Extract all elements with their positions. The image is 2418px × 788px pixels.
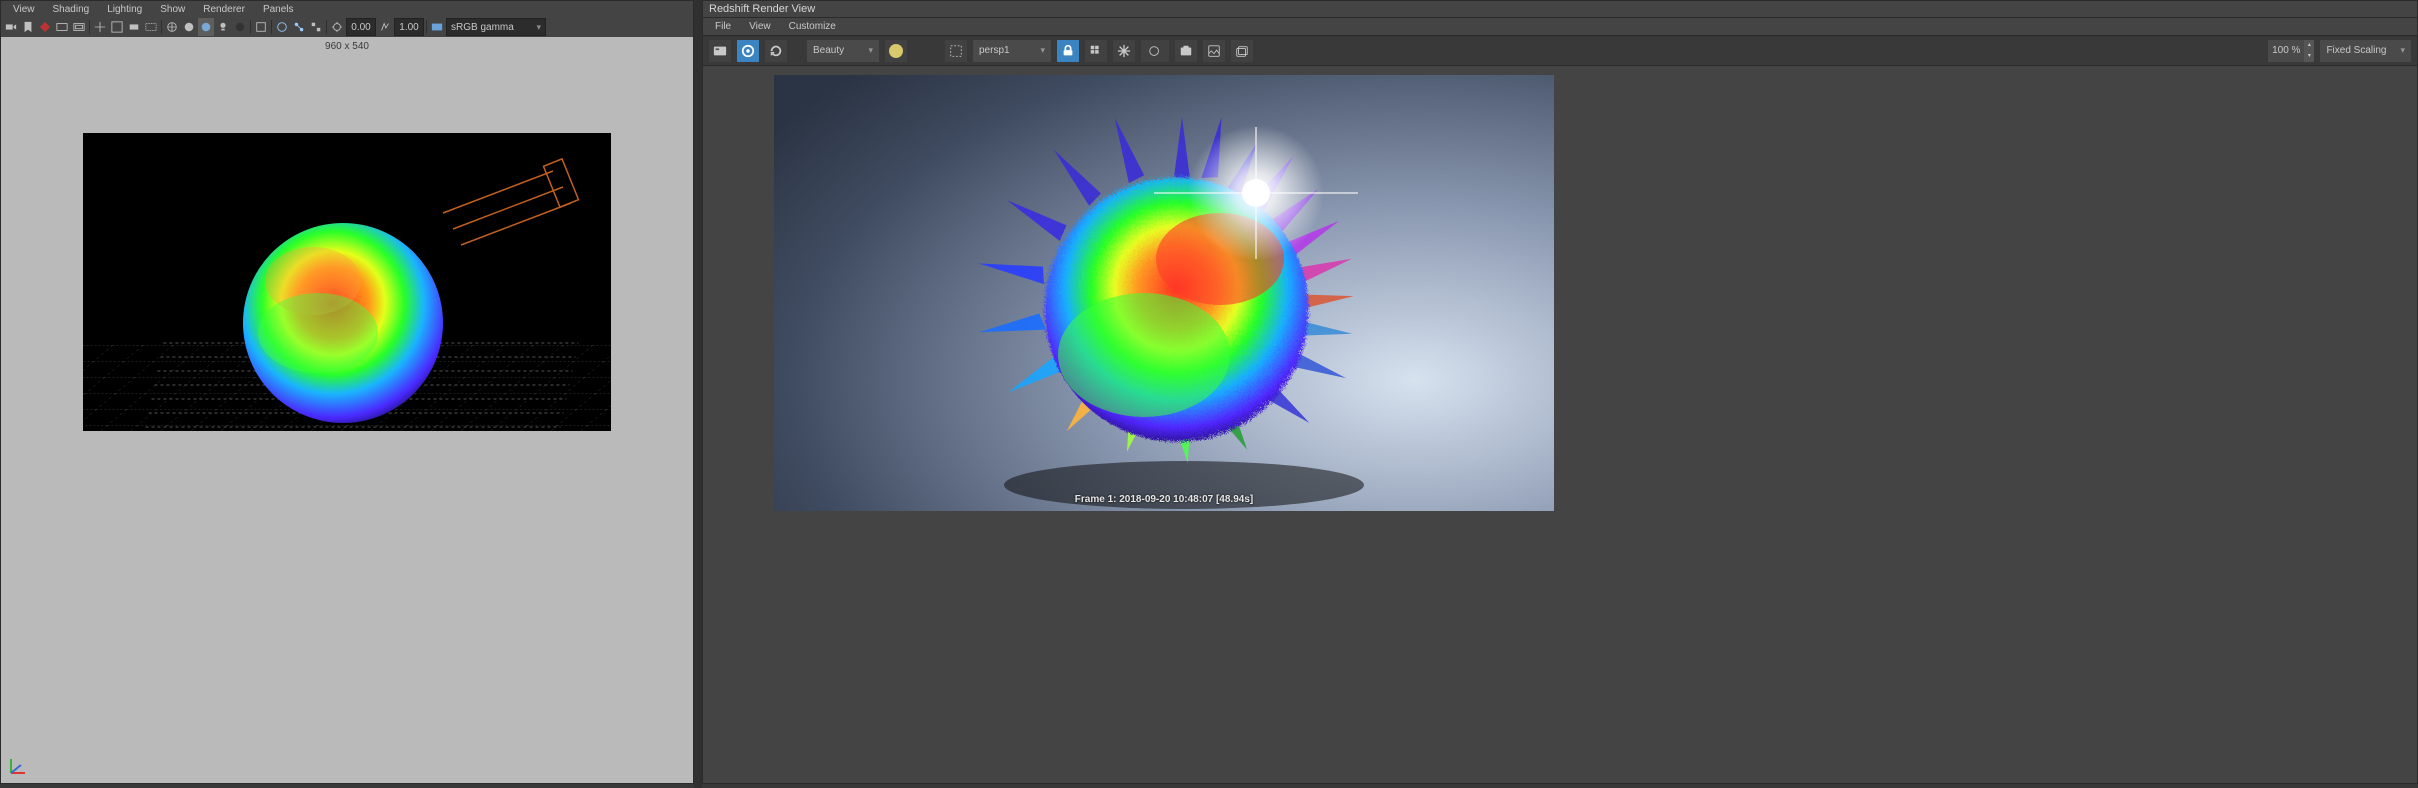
bucket-grid-button[interactable] [1085, 40, 1107, 62]
camera-label: persp1 [979, 45, 1010, 56]
chevron-down-icon [1026, 45, 1045, 56]
redshift-titlebar: Redshift Render View [703, 1, 2417, 18]
menu-shading[interactable]: Shading [45, 3, 98, 16]
save-image-button[interactable] [1203, 40, 1225, 62]
zoom-spinbox[interactable]: 100 % [2268, 40, 2314, 62]
color-management-icon[interactable] [429, 18, 445, 36]
use-all-lights-icon[interactable] [215, 18, 231, 36]
menu-show[interactable]: Show [152, 3, 193, 16]
toolbar-separator [160, 18, 163, 36]
viewport-render-frame [83, 133, 611, 431]
lock-camera-button[interactable] [1057, 40, 1079, 62]
save-multilayer-button[interactable] [1231, 40, 1253, 62]
exposure-icon[interactable] [329, 18, 345, 36]
xray-icon[interactable] [274, 18, 290, 36]
view-transform-label: sRGB gamma [451, 22, 514, 33]
scaling-mode-dropdown[interactable]: Fixed Scaling [2320, 40, 2411, 62]
menu-view[interactable]: View [741, 20, 779, 33]
menu-panels[interactable]: Panels [255, 3, 302, 16]
swatch-dot-icon [889, 44, 903, 58]
maya-viewport-menubar: View Shading Lighting Show Renderer Pane… [1, 1, 693, 17]
chevron-down-icon [854, 45, 873, 56]
channel-dropdown[interactable] [1141, 40, 1169, 62]
toolbar-separator [325, 18, 328, 36]
chevron-down-icon [2386, 45, 2405, 56]
film-gate-icon[interactable] [71, 18, 87, 36]
render-region-button[interactable] [945, 40, 967, 62]
textured-icon[interactable] [198, 18, 214, 36]
spinbox-arrows-icon[interactable] [2304, 40, 2314, 62]
menu-lighting[interactable]: Lighting [99, 3, 150, 16]
aov-dropdown[interactable]: Beauty [807, 40, 879, 62]
menu-renderer[interactable]: Renderer [195, 3, 253, 16]
camera-dropdown[interactable]: persp1 [973, 40, 1051, 62]
zoom-value: 100 % [2268, 45, 2304, 56]
ipr-start-button[interactable] [737, 40, 759, 62]
axis-gizmo-icon [7, 753, 31, 777]
gamma-icon[interactable] [377, 18, 393, 36]
maya-viewport-panel: View Shading Lighting Show Renderer Pane… [0, 0, 694, 784]
refresh-button[interactable] [765, 40, 787, 62]
freeze-button[interactable] [1113, 40, 1135, 62]
toolbar-separator [88, 18, 91, 36]
image-plane-icon[interactable] [54, 18, 70, 36]
safe-action-icon[interactable] [143, 18, 159, 36]
scaling-mode-label: Fixed Scaling [2326, 45, 2386, 56]
shaded-grid-icon[interactable] [92, 18, 108, 36]
components-icon[interactable] [308, 18, 324, 36]
xray-joints-icon[interactable] [291, 18, 307, 36]
smooth-shade-icon[interactable] [181, 18, 197, 36]
menu-view[interactable]: View [5, 3, 43, 16]
keyframe-icon[interactable] [37, 18, 53, 36]
redshift-render-view-panel: Redshift Render View File View Customize… [702, 0, 2418, 784]
toolbar-separator [249, 18, 252, 36]
chevron-down-icon [522, 22, 541, 33]
redshift-viewport[interactable]: Frame 1: 2018-09-20 10:48:07 [48.94s] [703, 66, 2417, 783]
redshift-menubar: File View Customize [703, 18, 2417, 36]
aov-color-swatch[interactable] [885, 40, 907, 62]
menu-customize[interactable]: Customize [781, 20, 844, 33]
snapshot-button[interactable] [1175, 40, 1197, 62]
select-camera-icon[interactable] [3, 18, 19, 36]
render-button[interactable] [709, 40, 731, 62]
maya-viewport-topbars: View Shading Lighting Show Renderer Pane… [1, 1, 693, 37]
shadows-icon[interactable] [232, 18, 248, 36]
aov-label: Beauty [813, 45, 844, 56]
redshift-toolbar: Beauty persp1 100 % Fixed Scaling [703, 36, 2417, 66]
toolbar-separator [270, 18, 273, 36]
gate-mask-icon[interactable] [126, 18, 142, 36]
redshift-render-image: Frame 1: 2018-09-20 10:48:07 [48.94s] [774, 75, 1554, 511]
isolate-select-icon[interactable] [253, 18, 269, 36]
exposure-value[interactable]: 0.00 [346, 18, 376, 36]
bookmark-icon[interactable] [20, 18, 36, 36]
menu-file[interactable]: File [707, 20, 739, 33]
viewport-resolution-label: 960 x 540 [1, 37, 693, 56]
maya-viewport[interactable]: 960 x 540 [1, 37, 693, 783]
maya-viewport-toolbar: 0.00 1.00 sRGB gamma [1, 17, 693, 37]
gamma-value[interactable]: 1.00 [394, 18, 424, 36]
frame-info-label: Frame 1: 2018-09-20 10:48:07 [48.94s] [1075, 494, 1253, 505]
view-transform-dropdown[interactable]: sRGB gamma [446, 18, 546, 36]
wireframe-icon[interactable] [164, 18, 180, 36]
toolbar-separator [425, 18, 428, 36]
aov-menu-chevron[interactable] [913, 40, 925, 62]
panel-gutter[interactable] [694, 0, 702, 788]
resolution-gate-icon[interactable] [109, 18, 125, 36]
